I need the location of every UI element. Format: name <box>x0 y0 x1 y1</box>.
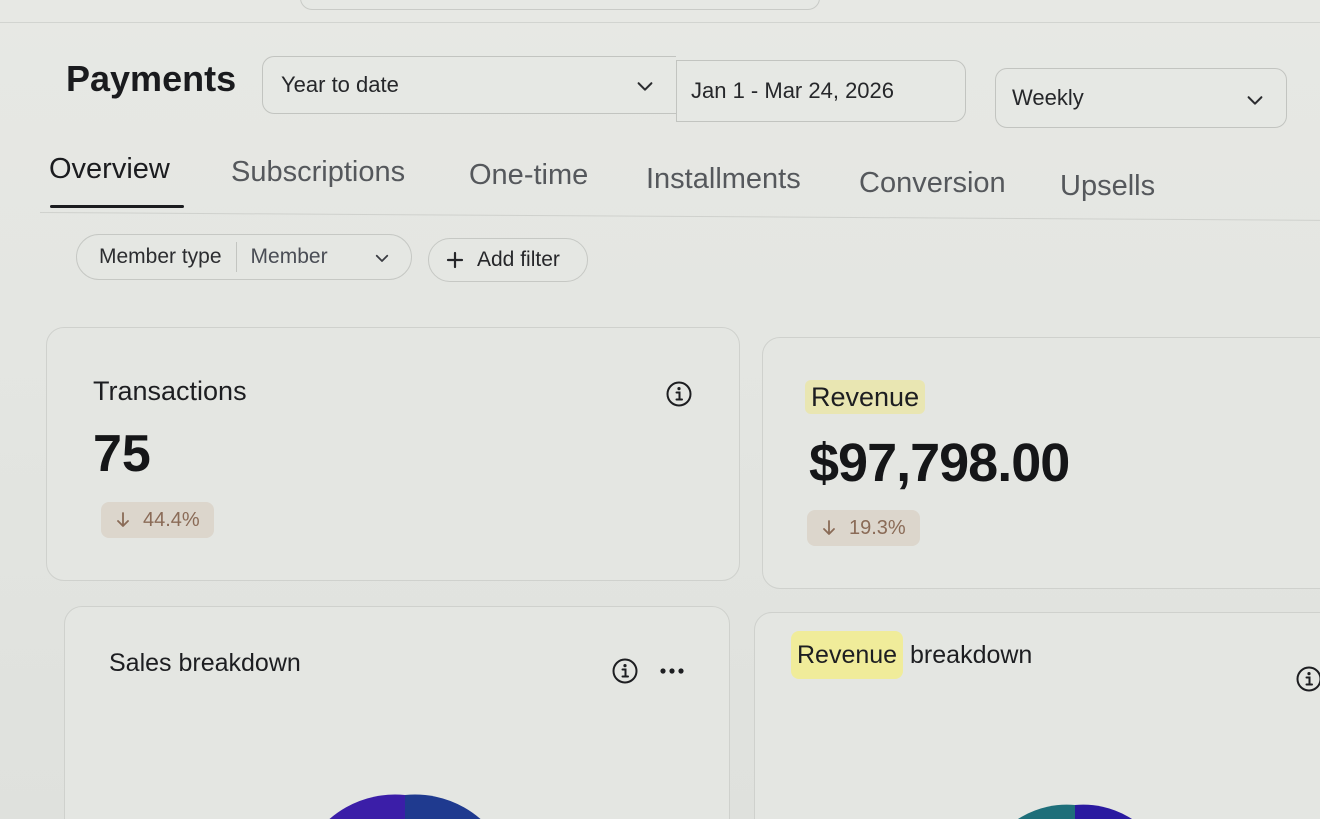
info-icon[interactable] <box>665 380 693 408</box>
date-range-value: Jan 1 - Mar 24, 2026 <box>691 78 895 103</box>
top-divider <box>0 22 1320 23</box>
revenue-pie-slice-teal <box>1018 804 1075 819</box>
chevron-down-icon <box>375 254 389 262</box>
revenue-breakdown-title-highlight: Revenue <box>791 631 904 679</box>
top-panel-edge <box>300 0 820 10</box>
range-select[interactable]: Year to date <box>262 56 676 114</box>
active-tab-indicator <box>50 205 184 208</box>
revenue-title-text: Revenue <box>805 380 926 414</box>
add-filter-label: Add filter <box>477 248 560 271</box>
interval-select[interactable]: Weekly <box>995 68 1287 128</box>
info-icon[interactable] <box>611 657 639 685</box>
sales-breakdown-card: Sales breakdown <box>64 606 730 819</box>
sales-pie-slice-secondary <box>405 794 481 819</box>
sales-breakdown-title: Sales breakdown <box>109 649 301 677</box>
revenue-pie-chart <box>1018 804 1132 819</box>
transactions-value: 75 <box>93 425 151 483</box>
transactions-change-badge: 44.4% <box>101 502 214 538</box>
page-title: Payments <box>66 58 237 99</box>
tab-conversion[interactable]: Conversion <box>859 167 1006 200</box>
chevron-down-icon <box>1247 96 1263 105</box>
tab-overview[interactable]: Overview <box>49 153 170 186</box>
sales-pie-slice-primary <box>329 794 405 819</box>
plus-icon <box>446 251 464 269</box>
revenue-card: Revenue $97,798.00 19.3% <box>762 337 1320 589</box>
revenue-breakdown-title: Revenue breakdown <box>791 631 1033 679</box>
interval-select-value: Weekly <box>1012 85 1084 110</box>
revenue-title: Revenue <box>805 380 926 414</box>
add-filter-button[interactable]: Add filter <box>428 238 588 282</box>
tab-subscriptions[interactable]: Subscriptions <box>231 156 405 189</box>
transactions-change-value: 44.4% <box>143 508 200 531</box>
tab-bar: Overview Subscriptions One-time Installm… <box>0 150 1320 222</box>
revenue-change-value: 19.3% <box>849 516 906 539</box>
revenue-change-badge: 19.3% <box>807 510 920 546</box>
info-icon[interactable] <box>1295 665 1320 693</box>
member-type-filter[interactable]: Member type Member <box>76 234 412 280</box>
transactions-title: Transactions <box>93 376 247 406</box>
transactions-card: Transactions 75 44.4% <box>46 327 740 581</box>
arrow-down-icon <box>117 512 129 527</box>
filter-label: Member type <box>99 245 222 268</box>
sales-pie-chart <box>329 794 481 819</box>
tab-one-time[interactable]: One-time <box>469 159 588 192</box>
revenue-breakdown-card: Revenue breakdown <box>754 612 1320 819</box>
chevron-down-icon <box>637 82 653 91</box>
range-select-value: Year to date <box>281 72 399 97</box>
payments-screen: Payments Year to date Jan 1 - Mar 24, 20… <box>0 0 1320 819</box>
filter-divider <box>235 242 237 272</box>
tab-installments[interactable]: Installments <box>646 163 801 196</box>
tab-upsells[interactable]: Upsells <box>1060 170 1155 203</box>
more-icon[interactable] <box>659 667 685 675</box>
date-range-field[interactable]: Jan 1 - Mar 24, 2026 <box>676 60 966 122</box>
arrow-down-icon <box>823 520 835 535</box>
revenue-value: $97,798.00 <box>809 433 1070 493</box>
filter-value: Member <box>250 245 328 268</box>
revenue-pie-slice-primary <box>1075 804 1132 819</box>
revenue-breakdown-title-rest: breakdown <box>910 641 1033 669</box>
